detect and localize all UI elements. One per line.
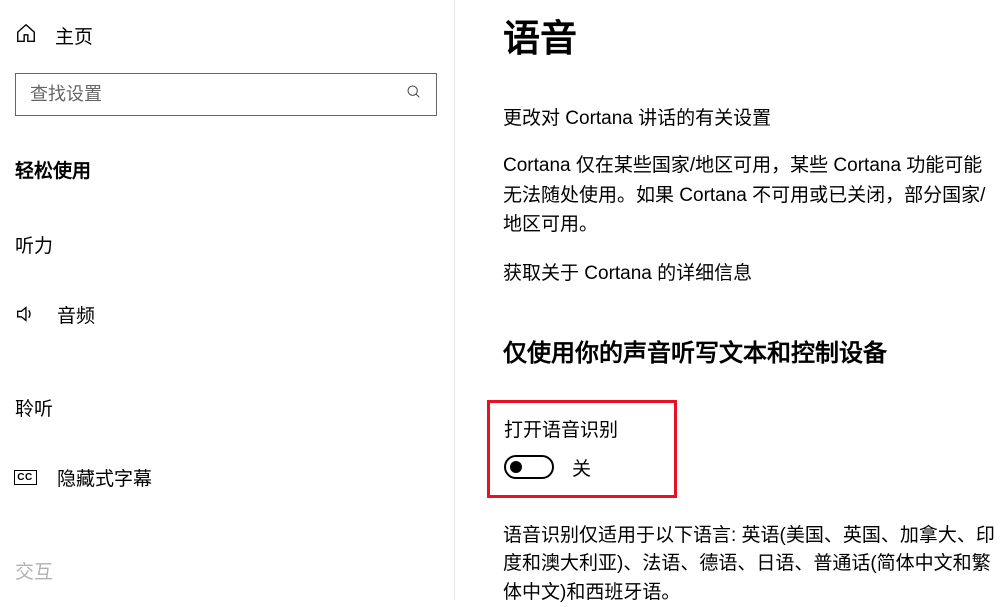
section-heading: 交互 [15, 557, 454, 584]
toggle-knob [510, 461, 522, 473]
sidebar-item-captions[interactable]: CC 隐藏式字幕 [13, 447, 454, 507]
page-title: 语音 [503, 8, 1000, 62]
cortana-body: Cortana 仅在某些国家/地区可用，某些 Cortana 功能可能无法随处使… [503, 151, 1000, 239]
search-box[interactable] [15, 73, 437, 116]
sidebar-item-audio[interactable]: 音频 [13, 284, 454, 344]
voice-footnote: 语音识别仅适用于以下语言: 英语(美国、英国、加拿大、印度和澳大利亚)、法语、德… [503, 522, 1000, 607]
main-content: 语音 更改对 Cortana 讲话的有关设置 Cortana 仅在某些国家/地区… [455, 0, 1000, 600]
home-icon [15, 22, 37, 49]
sidebar: 主页 轻松使用 听力 音频 聆听 CC [0, 0, 455, 600]
speech-recognition-toggle[interactable] [504, 455, 554, 479]
section-heading: 听力 [15, 231, 454, 258]
sidebar-section-caption: 聆听 CC 隐藏式字幕 [15, 394, 454, 507]
cc-icon: CC [13, 470, 37, 485]
search-input[interactable] [30, 84, 406, 105]
volume-icon [13, 303, 37, 325]
voice-section-title: 仅使用你的声音听写文本和控制设备 [503, 333, 1000, 368]
highlight-region: 打开语音识别 关 [487, 400, 677, 498]
cortana-link[interactable]: 获取关于 Cortana 的详细信息 [503, 258, 1000, 285]
cortana-intro: 更改对 Cortana 讲话的有关设置 [503, 104, 1000, 133]
toggle-state: 关 [572, 454, 591, 481]
sidebar-item-label: 音频 [57, 301, 95, 328]
toggle-row: 关 [504, 454, 656, 481]
sidebar-section-interaction: 交互 [15, 557, 454, 584]
home-link[interactable]: 主页 [15, 22, 454, 49]
sidebar-section-hearing: 听力 音频 [15, 231, 454, 344]
toggle-label: 打开语音识别 [504, 415, 656, 442]
sidebar-item-label: 隐藏式字幕 [57, 464, 152, 491]
section-heading: 聆听 [15, 394, 454, 421]
search-icon [406, 84, 422, 105]
home-label: 主页 [55, 22, 93, 49]
category-title: 轻松使用 [15, 156, 454, 183]
